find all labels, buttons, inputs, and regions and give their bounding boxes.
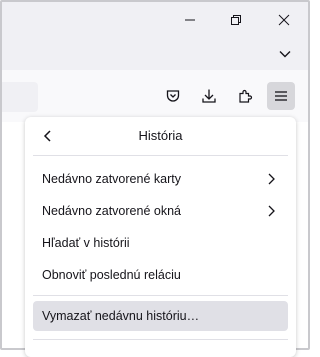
menu-icon bbox=[275, 91, 287, 101]
divider bbox=[33, 295, 288, 296]
menu-item-label: Hľadať v histórii bbox=[42, 236, 130, 250]
divider bbox=[33, 339, 288, 340]
url-bar[interactable] bbox=[2, 82, 38, 112]
extensions-button[interactable] bbox=[231, 82, 259, 110]
download-icon bbox=[202, 89, 216, 103]
extensions-icon bbox=[239, 89, 253, 103]
title-bar bbox=[2, 2, 308, 38]
chevron-right-icon bbox=[268, 205, 275, 217]
menu-item-label: Obnoviť poslednú reláciu bbox=[42, 268, 181, 282]
close-icon bbox=[278, 14, 290, 26]
pocket-button[interactable] bbox=[159, 82, 187, 110]
panel-title: História bbox=[138, 128, 183, 143]
restore-icon bbox=[231, 15, 241, 25]
divider bbox=[33, 155, 288, 156]
chevron-right-icon bbox=[268, 173, 275, 185]
menu-item-search-history[interactable]: Hľadať v histórii bbox=[33, 228, 288, 258]
restore-button[interactable] bbox=[222, 8, 250, 32]
pocket-icon bbox=[166, 90, 180, 102]
menu-item-restore-session[interactable]: Obnoviť poslednú reláciu bbox=[33, 260, 288, 290]
menu-item-label: Nedávno zatvorené karty bbox=[42, 172, 181, 186]
list-all-tabs-button[interactable] bbox=[271, 42, 299, 66]
menu-item-recently-closed-tabs[interactable]: Nedávno zatvorené karty bbox=[33, 164, 288, 194]
history-panel: História Nedávno zatvorené karty Nedávno… bbox=[25, 117, 296, 357]
menu-item-label: Vymazať nedávnu históriu… bbox=[42, 309, 200, 323]
nav-toolbar bbox=[2, 70, 308, 122]
minimize-icon bbox=[185, 19, 195, 21]
menu-item-clear-recent-history[interactable]: Vymazať nedávnu históriu… bbox=[33, 301, 288, 331]
minimize-button[interactable] bbox=[176, 8, 204, 32]
panel-header: História bbox=[25, 117, 296, 155]
menu-item-label: Nedávno zatvorené okná bbox=[42, 204, 181, 218]
menu-item-recently-closed-windows[interactable]: Nedávno zatvorené okná bbox=[33, 196, 288, 226]
chevron-down-icon bbox=[279, 51, 291, 58]
close-button[interactable] bbox=[270, 8, 298, 32]
app-menu-button[interactable] bbox=[267, 82, 295, 110]
tab-bar bbox=[2, 38, 308, 70]
downloads-button[interactable] bbox=[195, 82, 223, 110]
